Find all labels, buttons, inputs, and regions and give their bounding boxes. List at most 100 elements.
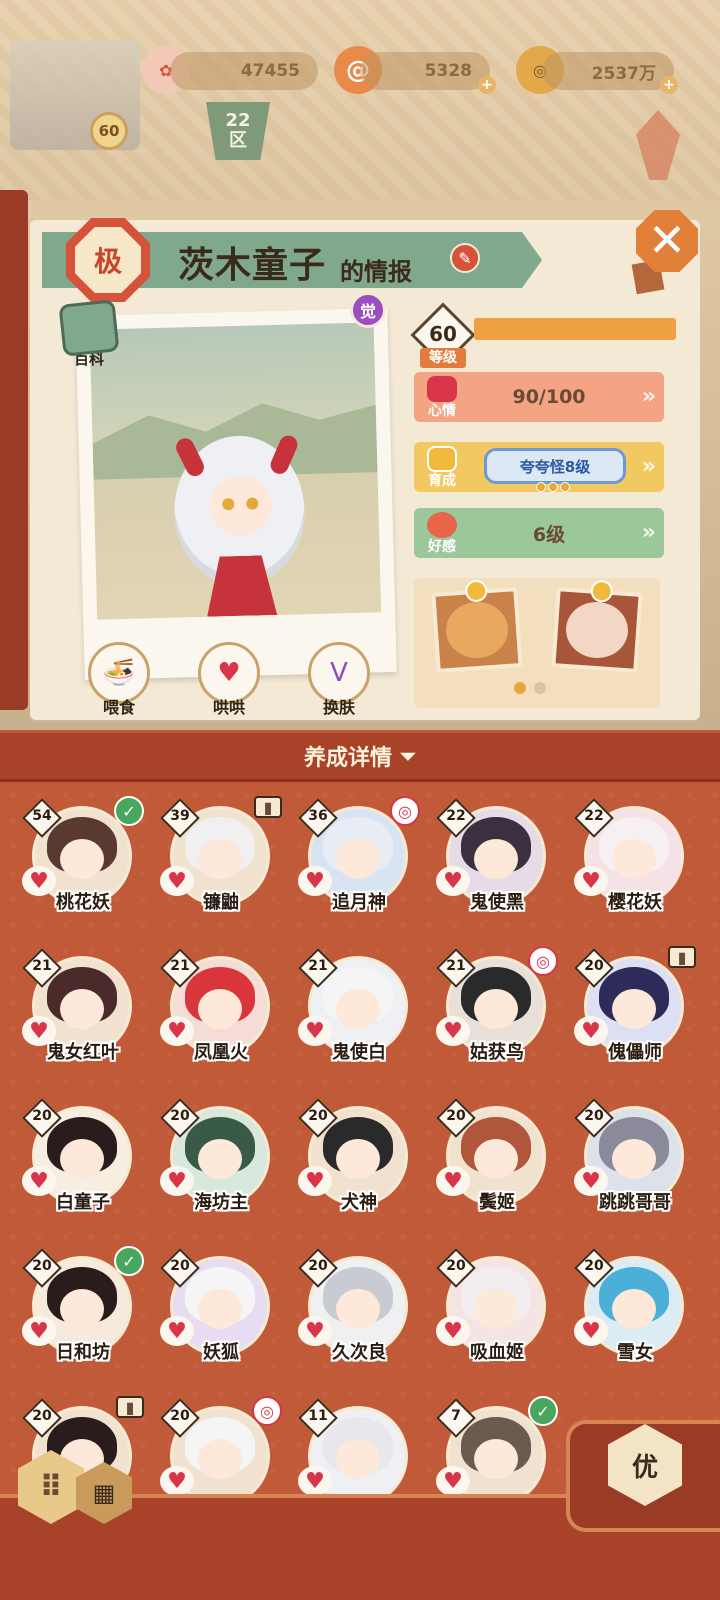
coax-button[interactable]: ♥ 哄哄 (194, 642, 264, 718)
character-cell[interactable]: 20 ♥ 海坊主 (152, 1094, 290, 1244)
character-cell[interactable]: 22 ♥ 樱花妖 (566, 794, 704, 944)
character-cell[interactable]: 22 ♥ 鬼使黑 (428, 794, 566, 944)
character-cell[interactable]: 20 ♥ 吸血姬 (428, 1244, 566, 1394)
character-photo (75, 307, 397, 681)
level-row: 60 等级 (410, 302, 676, 368)
character-cell[interactable]: 20 ♥ 雪女 (566, 1244, 704, 1394)
check-icon: ✓ (528, 1396, 558, 1426)
character-cell[interactable]: 20 ♥ ◎ (152, 1394, 290, 1494)
skin-badge-icon: ◎ (528, 946, 558, 976)
grade-badge: 极 (66, 218, 150, 302)
level-progress-fill (474, 318, 676, 340)
section-title: 养成详情 (303, 746, 392, 771)
character-level: 20 (584, 1108, 604, 1124)
portrait-face (60, 1289, 104, 1329)
level-badge: 11 (298, 1398, 338, 1438)
feed-button[interactable]: 🍜 喂食 (84, 642, 154, 718)
portrait-face (474, 1289, 518, 1329)
resource-flower-coin: 47455 (170, 52, 318, 90)
level-badge: 20 (298, 1098, 338, 1138)
character-level: 20 (170, 1258, 190, 1274)
character-cell[interactable]: 20 ♥ 犬神 (290, 1094, 428, 1244)
character-name: 鬓姬 (479, 1192, 515, 1213)
affection-row[interactable]: 好感 6级 » (414, 508, 664, 558)
character-name: 凤凰火 (194, 1042, 248, 1063)
character-name: 白童子 (56, 1192, 110, 1213)
portrait-face (198, 989, 242, 1029)
character-cell[interactable]: 36 ♥ 追月神 ◎ (290, 794, 428, 944)
character-cell[interactable]: 54 ♥ 桃花妖 ✓ (14, 794, 152, 944)
affection-value: 6级 (532, 523, 566, 546)
smile-icon (427, 446, 457, 472)
character-cell[interactable]: 20 ♥ 跳跳哥哥 (566, 1094, 704, 1244)
gift-ramen[interactable] (431, 579, 523, 673)
character-name: 海坊主 (194, 1192, 248, 1213)
mood-row[interactable]: 心情 90/100 » (414, 372, 664, 422)
character-level: 20 (584, 1258, 604, 1274)
edit-name-button[interactable]: ✎ (450, 243, 480, 273)
train-value: 夸夸怪8级 (484, 448, 626, 484)
framed-portrait-icon (564, 599, 630, 661)
portrait-face (474, 989, 518, 1029)
character-level: 20 (32, 1258, 52, 1274)
character-cell[interactable]: 7 ♥ ✓ (428, 1394, 566, 1494)
character-name: 镰鼬 (203, 892, 239, 913)
check-icon: ✓ (114, 1246, 144, 1276)
character-level: 39 (170, 808, 190, 824)
zone-badge[interactable]: 22 区 (206, 102, 270, 160)
scroll-icon: ▮ (254, 796, 282, 818)
character-name: 雪女 (617, 1342, 653, 1363)
coax-label: 哄哄 (212, 698, 245, 717)
character-cell[interactable]: 20 ♥ 久次良 (290, 1244, 428, 1394)
level-value: 60 (429, 322, 457, 346)
gift-frame[interactable] (551, 579, 643, 673)
character-level: 20 (584, 958, 604, 974)
awakened-badge: 觉 (350, 292, 386, 328)
character-level: 54 (32, 808, 52, 824)
book-icon (58, 299, 120, 357)
character-cell[interactable]: 39 ♥ 镰鼬 ▮ (152, 794, 290, 944)
skin-button[interactable]: V 换肤 (304, 642, 374, 718)
portrait-face (198, 839, 242, 879)
character-cell[interactable]: 21 ♥ 姑获鸟 ◎ (428, 944, 566, 1094)
wiki-button[interactable]: 百科 (58, 299, 120, 374)
character-cell[interactable]: 21 ♥ 鬼使白 (290, 944, 428, 1094)
add-spiral-button[interactable]: + (478, 76, 496, 94)
level-badge: 20 (298, 1248, 338, 1288)
gift-pager (514, 682, 546, 694)
level-badge: 39 (160, 798, 200, 838)
portrait-face (474, 1139, 518, 1179)
character-sprite[interactable] (163, 432, 318, 620)
character-cell[interactable]: 20 ♥ 妖狐 (152, 1244, 290, 1394)
flower-icon (427, 512, 457, 538)
character-cell[interactable]: 21 ♥ 鬼女红叶 (14, 944, 152, 1094)
character-cell[interactable]: 20 ♥ 傀儡师 ▮ (566, 944, 704, 1094)
character-name: 鬼使白 (332, 1042, 386, 1063)
pager-dot[interactable] (534, 682, 546, 694)
pager-dot-active[interactable] (514, 682, 526, 694)
character-cell[interactable]: 20 ♥ 日和坊 ✓ (14, 1244, 152, 1394)
affection-label: 好感 (428, 539, 456, 555)
train-dots (536, 482, 570, 492)
character-cell[interactable]: 21 ♥ 凤凰火 (152, 944, 290, 1094)
character-level: 11 (308, 1408, 328, 1424)
level-badge: 22 (574, 798, 614, 838)
level-badge: 20 (160, 1398, 200, 1438)
photo-scene (89, 322, 382, 620)
character-cell[interactable]: 11 ♥ (290, 1394, 428, 1494)
section-header[interactable]: 养成详情 ⏷ (0, 730, 720, 782)
character-grid-area[interactable]: 54 ♥ 桃花妖 ✓ 39 ♥ 镰鼬 ▮ 36 ♥ 追月神 ◎ 22 ♥ 鬼使黑… (0, 782, 720, 1494)
character-cell[interactable]: 20 ♥ 白童子 (14, 1094, 152, 1244)
smile-icon (589, 579, 614, 603)
level-badge: 22 (436, 798, 476, 838)
heart-icon (427, 376, 457, 402)
train-row[interactable]: 育成 夸夸怪8级 » (414, 442, 664, 492)
zone-number: 22 (225, 110, 251, 131)
character-cell[interactable]: 20 ♥ 鬓姬 (428, 1094, 566, 1244)
portrait-face (60, 839, 104, 879)
heart-icon: ♥ (160, 1466, 194, 1494)
portrait-face (336, 839, 380, 879)
heart-icon: ♥ (298, 1466, 332, 1494)
character-level: 20 (308, 1108, 328, 1124)
add-gold-button[interactable]: + (660, 76, 678, 94)
